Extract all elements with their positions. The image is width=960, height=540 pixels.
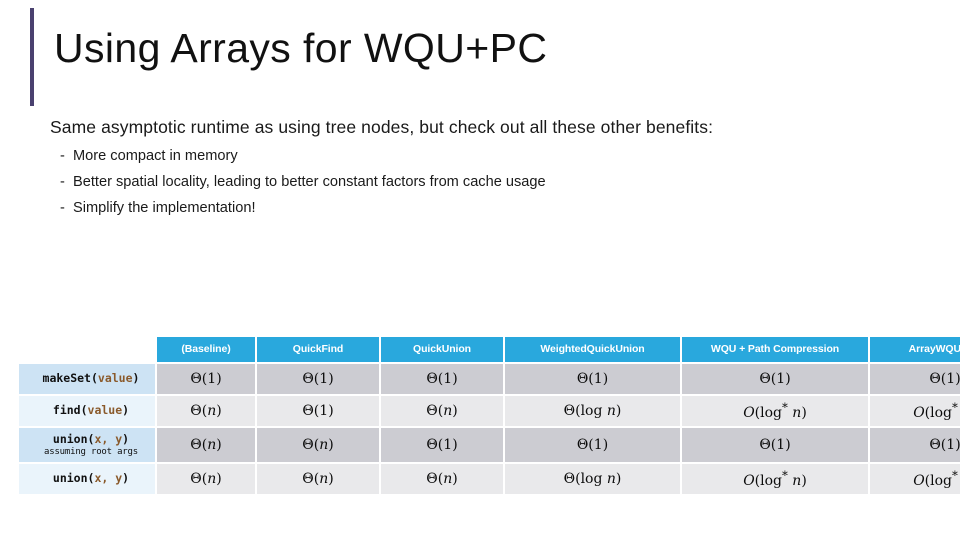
table-cell: Θ(n) — [381, 464, 503, 494]
bullet-text: Simplify the implementation! — [73, 200, 256, 217]
table-cell: Θ(n) — [157, 396, 255, 426]
table-cell: Θ(1) — [505, 364, 680, 394]
bullet-text: Better spatial locality, leading to bett… — [73, 173, 546, 190]
cell-value: Θ(n) — [190, 403, 222, 419]
row-label-union: union(x, y) — [19, 464, 155, 494]
row-label-text: makeSet( — [42, 371, 98, 386]
row-label-close: ) — [122, 471, 130, 486]
cell-value: O(log* n) — [913, 400, 958, 421]
page-title: Using Arrays for WQU+PC — [54, 25, 548, 71]
bullet-text: More compact in memory — [73, 147, 238, 164]
table-cell: O(log* n) — [870, 464, 960, 494]
row-label-text: union( — [52, 471, 95, 486]
bullet-marker: - — [60, 173, 65, 190]
row-label-close: ) — [122, 403, 130, 418]
table-cell: Θ(n) — [257, 464, 379, 494]
cell-value: O(log* n) — [743, 400, 807, 421]
row-label-text: union( — [52, 431, 95, 446]
cell-value: Θ(1) — [190, 371, 222, 387]
table-cell: O(log* n) — [682, 464, 868, 494]
cell-value: Θ(1) — [759, 371, 791, 387]
row-label-arg: value — [97, 371, 133, 386]
bullet-item-2: - Simplify the implementation! — [60, 199, 930, 218]
column-header-weightedquickunion: WeightedQuickUnion — [505, 337, 680, 362]
row-label-arg: x, y — [94, 471, 123, 486]
column-header-quickfind: QuickFind — [257, 337, 379, 362]
table-cell: O(log* n) — [870, 396, 960, 426]
row-label-find: find(value) — [19, 396, 155, 426]
table-cell: Θ(n) — [257, 428, 379, 462]
table-row: union(x, y) assuming root args Θ(n) Θ(n)… — [19, 428, 960, 462]
table-cell: Θ(1) — [257, 396, 379, 426]
table-cell: Θ(1) — [682, 428, 868, 462]
cell-value: Θ(1) — [576, 371, 609, 387]
column-header-wqu-path-compression: WQU + Path Compression — [682, 337, 868, 362]
cell-value: Θ(n) — [426, 403, 458, 419]
cell-value: O(log* n) — [743, 468, 807, 489]
cell-value: Θ(1) — [302, 371, 334, 387]
bullet-item-1: - Better spatial locality, leading to be… — [60, 173, 930, 192]
cell-value: Θ(n) — [190, 471, 222, 487]
title-accent-bar — [30, 8, 34, 106]
cell-value: Θ(n) — [302, 437, 334, 453]
table-cell: Θ(1) — [870, 428, 960, 462]
bullet-marker: - — [60, 200, 65, 217]
table-cell: Θ(n) — [157, 428, 255, 462]
cell-value: Θ(1) — [759, 437, 791, 453]
table-cell: Θ(log n) — [505, 396, 680, 426]
table-cell: Θ(1) — [870, 364, 960, 394]
row-label-close: ) — [122, 431, 130, 446]
row-label-union-root-args: union(x, y) assuming root args — [19, 428, 155, 462]
column-header-arraywqupc: ArrayWQU+PC — [870, 337, 960, 362]
cell-value: Θ(n) — [190, 437, 222, 453]
table-row: makeSet(value) Θ(1) Θ(1) Θ(1) Θ(1) Θ(1) … — [19, 364, 960, 394]
row-label-text: find( — [52, 403, 88, 418]
row-label-close: ) — [132, 371, 140, 386]
cell-value: Θ(1) — [576, 437, 609, 453]
cell-value: Θ(n) — [426, 471, 458, 487]
cell-value: Θ(1) — [302, 403, 334, 419]
cell-value: Θ(n) — [302, 471, 334, 487]
bullet-item-0: - More compact in memory — [60, 147, 930, 166]
table-row: union(x, y) Θ(n) Θ(n) Θ(n) Θ(log n) O(lo… — [19, 464, 960, 494]
bullet-marker: - — [60, 147, 65, 164]
cell-value: Θ(1) — [929, 437, 960, 453]
cell-value: Θ(log n) — [563, 471, 622, 487]
cell-value: Θ(log n) — [563, 403, 622, 419]
table-cell: Θ(1) — [682, 364, 868, 394]
table-row: find(value) Θ(n) Θ(1) Θ(n) Θ(log n) O(lo… — [19, 396, 960, 426]
table-cell: Θ(1) — [157, 364, 255, 394]
lead-line: Same asymptotic runtime as using tree no… — [50, 117, 714, 137]
table-header-row: (Baseline) QuickFind QuickUnion Weighted… — [19, 337, 960, 362]
cell-value: Θ(1) — [426, 437, 458, 453]
table-cell: Θ(1) — [381, 364, 503, 394]
cell-value: Θ(1) — [426, 371, 458, 387]
slide-body-block: Same asymptotic runtime as using tree no… — [50, 116, 930, 218]
table-cell: O(log* n) — [682, 396, 868, 426]
cell-value: Θ(1) — [929, 371, 960, 387]
column-header-baseline: (Baseline) — [157, 337, 255, 362]
row-label-arg: x, y — [94, 431, 123, 446]
table-cell: Θ(1) — [505, 428, 680, 462]
row-label-makeset: makeSet(value) — [19, 364, 155, 394]
column-header-quickunion: QuickUnion — [381, 337, 503, 362]
slide-title-block: Using Arrays for WQU+PC — [0, 0, 960, 110]
table-cell: Θ(1) — [257, 364, 379, 394]
cell-value: O(log* n) — [913, 468, 958, 489]
row-label-arg: value — [87, 403, 123, 418]
table-cell: Θ(1) — [381, 428, 503, 462]
row-sublabel: assuming root args — [44, 446, 138, 457]
table-cell: Θ(n) — [381, 396, 503, 426]
runtime-comparison-table: (Baseline) QuickFind QuickUnion Weighted… — [17, 335, 960, 496]
table-cell: Θ(n) — [157, 464, 255, 494]
table-cell: Θ(log n) — [505, 464, 680, 494]
table-corner-cell — [19, 337, 155, 362]
